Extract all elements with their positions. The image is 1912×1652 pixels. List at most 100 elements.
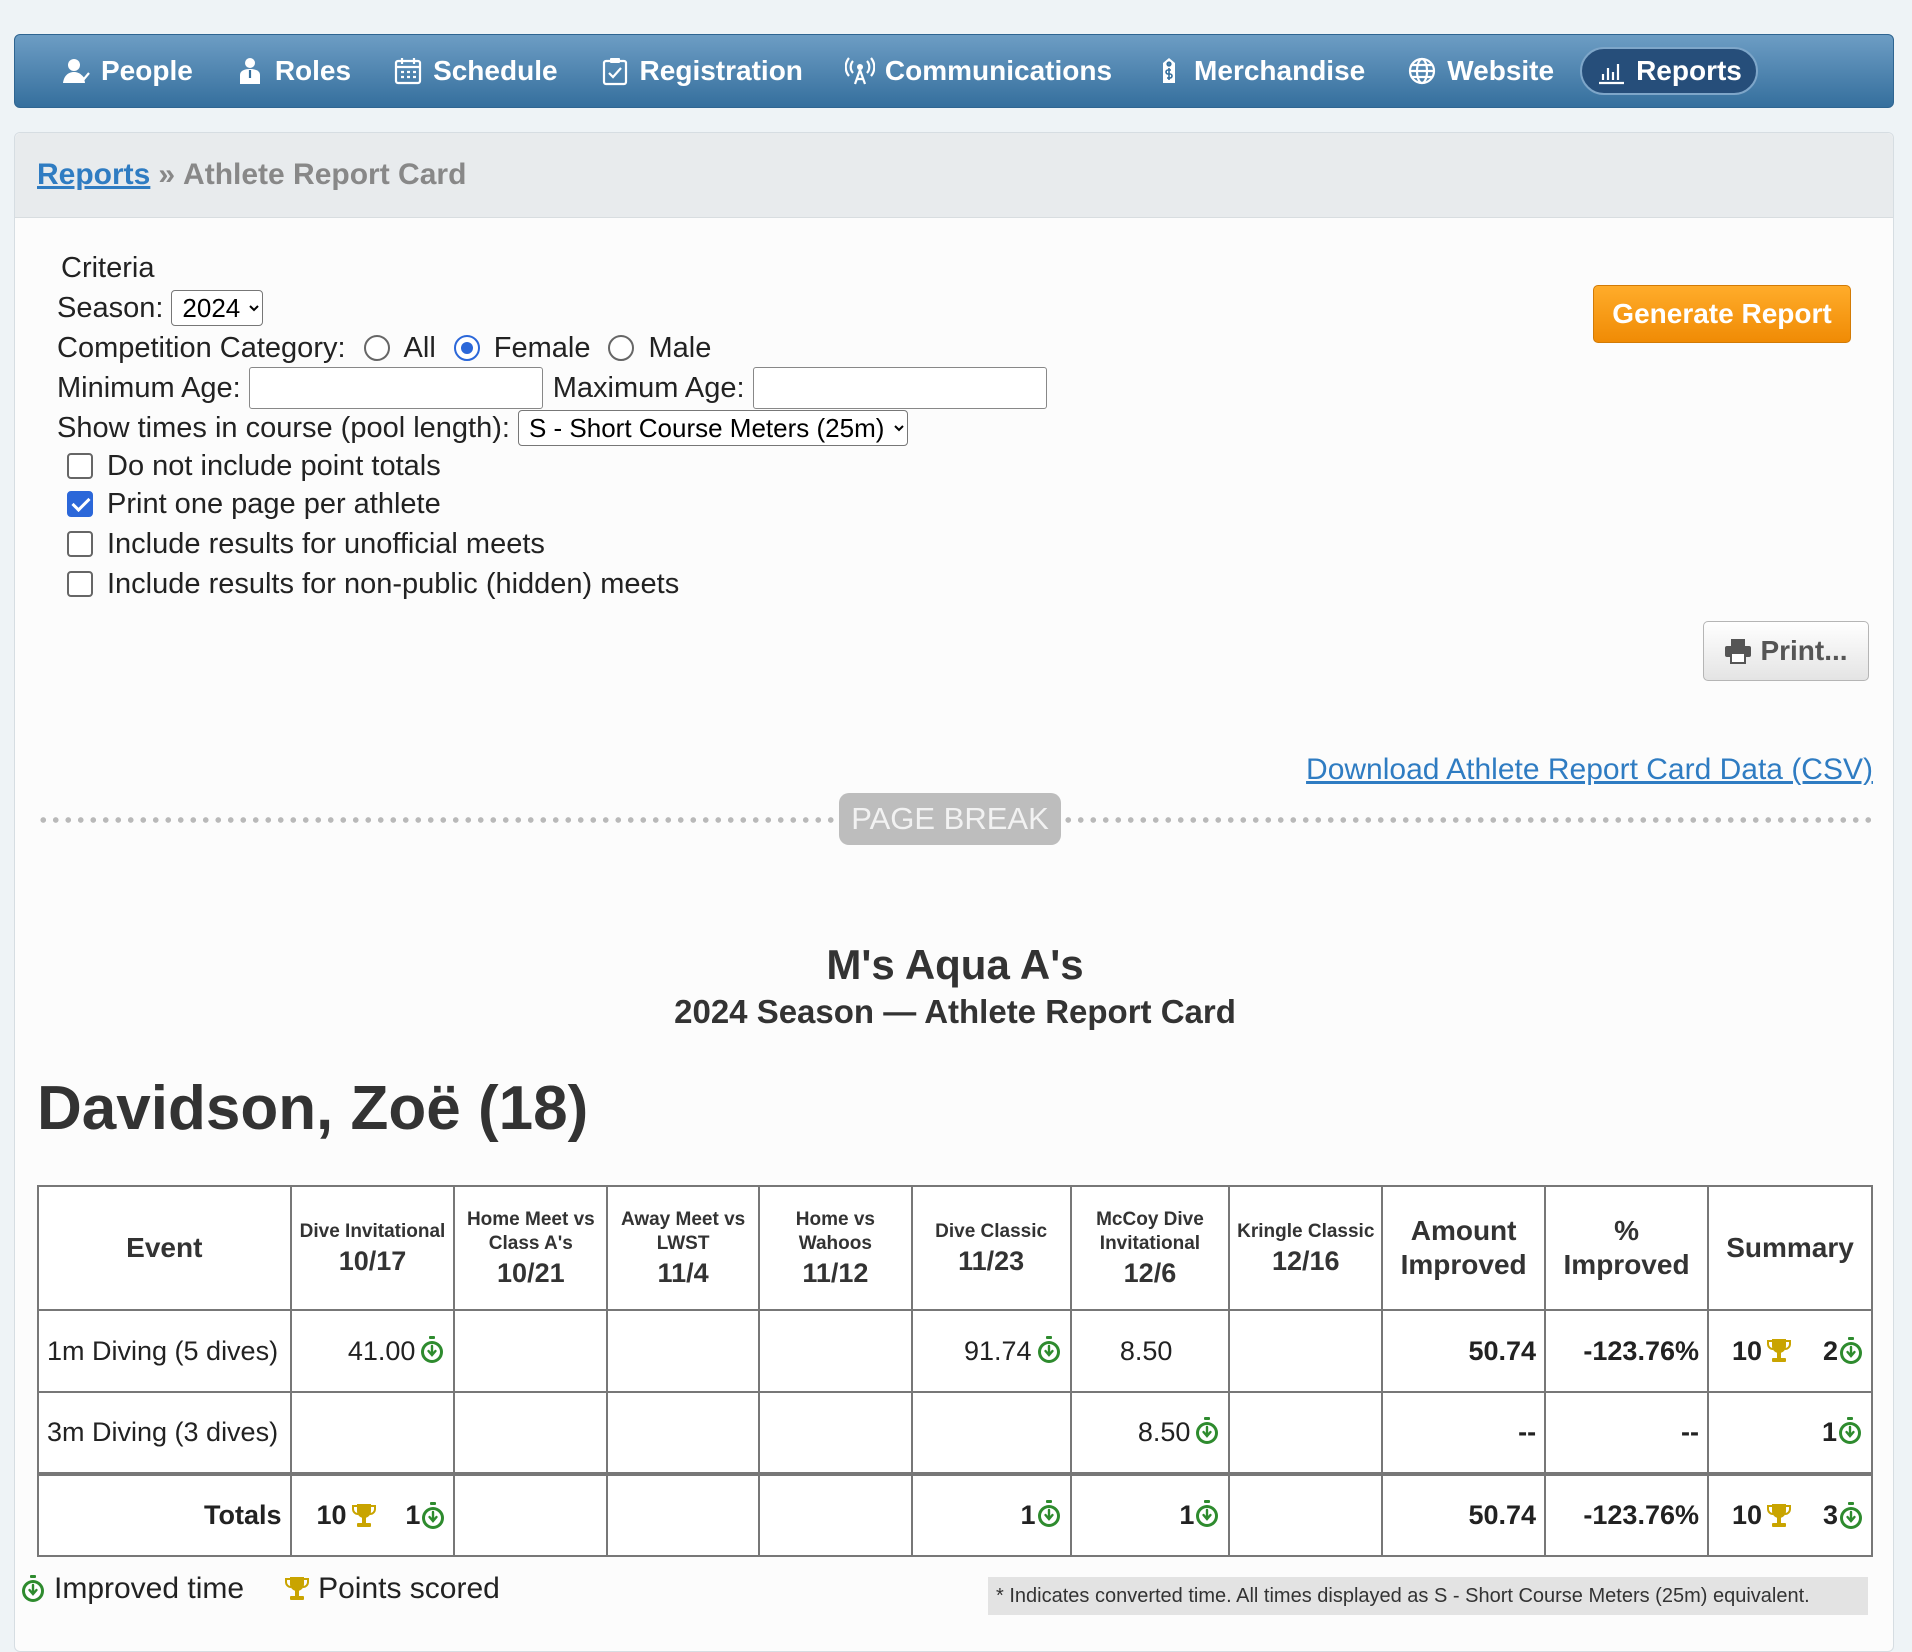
header-amount-improved: Amount Improved — [1381, 1185, 1547, 1311]
stopwatch-icon — [1837, 1417, 1863, 1445]
hidden-meets-label: Include results for non-public (hidden) … — [107, 567, 680, 600]
totals-summary-improved: 3 — [1822, 1500, 1838, 1530]
nav-website-label: Website — [1447, 55, 1555, 86]
header-meet: Dive Classic 11/23 — [910, 1185, 1072, 1311]
calendar-icon — [394, 58, 422, 85]
athlete-name: Davidson, Zoë (18) — [37, 1074, 589, 1143]
meet-date: 11/4 — [657, 1257, 709, 1288]
trophy-icon — [351, 1502, 377, 1530]
totals-summary: 10 3 — [1707, 1472, 1873, 1557]
category-radio-female[interactable] — [453, 335, 480, 361]
course-select[interactable]: S - Short Course Meters (25m) — [517, 410, 908, 446]
summary-cell: 10 2 — [1707, 1309, 1873, 1393]
legend-improved: Improved time — [20, 1572, 244, 1606]
nav-website[interactable]: Website — [1391, 47, 1570, 95]
generate-report-button[interactable]: Generate Report — [1593, 285, 1851, 343]
header-meet: Kringle Classic 12/16 — [1228, 1185, 1384, 1311]
meet-date: 11/12 — [802, 1257, 869, 1288]
nav-communications-label: Communications — [884, 55, 1113, 86]
totals-row: Totals 10 1 1 1 50.74 -123.76% 10 3 — [37, 1472, 1873, 1557]
unofficial-meets-checkbox[interactable] — [67, 531, 93, 557]
score-cell — [1228, 1309, 1384, 1393]
table-row: 1m Diving (5 dives) 41.00 91.74 8.50 50.… — [37, 1309, 1873, 1393]
legend-points-label: Points scored — [318, 1572, 500, 1605]
nav-merchandise[interactable]: Merchandise — [1138, 47, 1381, 95]
score-value: 8.50 — [1119, 1335, 1173, 1366]
nav-people-label: People — [101, 55, 193, 86]
report-panel: Reports » Athlete Report Card Criteria S… — [14, 132, 1894, 1652]
season-label: Season: — [57, 291, 164, 324]
one-page-per-athlete-label: Print one page per athlete — [107, 487, 441, 520]
report-card-table: Event Dive Invitational 10/17 Home Meet v… — [37, 1185, 1873, 1557]
antenna-icon — [844, 57, 875, 85]
meet-name: Dive Invitational — [299, 1220, 446, 1242]
totals-cell — [453, 1472, 609, 1557]
download-csv-link[interactable]: Download Athlete Report Card Data (CSV) — [1306, 753, 1873, 787]
one-page-per-athlete-checkbox[interactable] — [67, 491, 93, 517]
price-tag-icon — [1163, 58, 1176, 83]
amount-improved-cell: -- — [1381, 1391, 1547, 1475]
nav-reports[interactable]: Reports — [1580, 47, 1758, 95]
season-select[interactable]: 2024 — [171, 290, 264, 326]
category-radio-male[interactable] — [608, 335, 635, 361]
nav-registration-label: Registration — [639, 55, 803, 86]
score-cell — [453, 1309, 609, 1393]
stopwatch-icon — [419, 1336, 445, 1364]
globe-icon — [1409, 57, 1436, 85]
legend-points: Points scored — [284, 1572, 500, 1606]
totals-cell — [757, 1472, 913, 1557]
nav-schedule[interactable]: Schedule — [377, 47, 573, 95]
header-meet: McCoy Dive Invitational 12/6 — [1069, 1185, 1231, 1311]
category-radio-all[interactable] — [363, 335, 390, 361]
score-cell — [1228, 1391, 1384, 1475]
page-break-label: PAGE BREAK — [839, 793, 1061, 845]
nav-communications[interactable]: Communications — [829, 47, 1128, 95]
percent-improved-cell: -- — [1544, 1391, 1709, 1475]
totals-improved: 1 — [1179, 1500, 1195, 1530]
totals-cell — [606, 1472, 760, 1557]
table-row: 3m Diving (3 dives) 8.50 -- -- 1 — [37, 1391, 1873, 1475]
score-cell: 8.50 — [1069, 1309, 1231, 1393]
header-event: Event — [37, 1185, 292, 1311]
people-icon — [63, 59, 90, 83]
criteria-form: Criteria Season: 2024 Competition Catego… — [57, 248, 1057, 604]
meet-date: 12/16 — [1271, 1245, 1340, 1276]
stopwatch-icon — [20, 1575, 46, 1603]
nav-merchandise-label: Merchandise — [1194, 55, 1366, 86]
trophy-icon — [1766, 1502, 1792, 1530]
report-subtitle: 2024 Season — Athlete Report Card — [674, 993, 1236, 1030]
meet-name: Kringle Classic — [1237, 1220, 1375, 1242]
nav-people[interactable]: People — [45, 47, 209, 95]
course-label: Show times in course (pool length): — [57, 411, 510, 444]
score-cell — [289, 1391, 456, 1475]
totals-cell — [1228, 1472, 1384, 1557]
category-label: Competition Category: — [57, 331, 346, 364]
nav-roles-label: Roles — [274, 55, 352, 86]
max-age-input[interactable] — [752, 367, 1047, 409]
nav-registration[interactable]: Registration — [584, 47, 819, 95]
header-meet: Away Meet vs LWST 11/4 — [606, 1185, 760, 1311]
totals-points: 10 — [316, 1500, 347, 1530]
nav-roles[interactable]: Roles — [219, 47, 367, 95]
hidden-meets-checkbox[interactable] — [67, 571, 93, 597]
score-value: 91.74 — [963, 1335, 1032, 1366]
print-button[interactable]: Print... — [1703, 621, 1869, 681]
header-meet: Home vs Wahoos 11/12 — [757, 1185, 913, 1311]
report-org-title: M's Aqua A's — [826, 941, 1084, 988]
totals-improved: 1 — [405, 1500, 421, 1530]
category-option-female: Female — [493, 331, 591, 364]
score-cell: 91.74 — [910, 1309, 1072, 1393]
header-percent-improved: % Improved — [1544, 1185, 1709, 1311]
summary-cell: 1 — [1707, 1391, 1873, 1475]
no-point-totals-checkbox[interactable] — [67, 453, 93, 479]
breadcrumb: Reports » Athlete Report Card — [15, 133, 1893, 218]
score-value: 8.50 — [1137, 1417, 1191, 1447]
breadcrumb-current: Athlete Report Card — [183, 158, 467, 191]
totals-summary-points: 10 — [1732, 1500, 1763, 1530]
meet-date: 10/17 — [338, 1245, 407, 1276]
min-age-input[interactable] — [248, 367, 543, 409]
summary-points: 10 — [1732, 1335, 1763, 1366]
breadcrumb-separator: » — [158, 158, 176, 191]
breadcrumb-reports-link[interactable]: Reports — [37, 158, 150, 192]
header-meet: Dive Invitational 10/17 — [289, 1185, 456, 1311]
